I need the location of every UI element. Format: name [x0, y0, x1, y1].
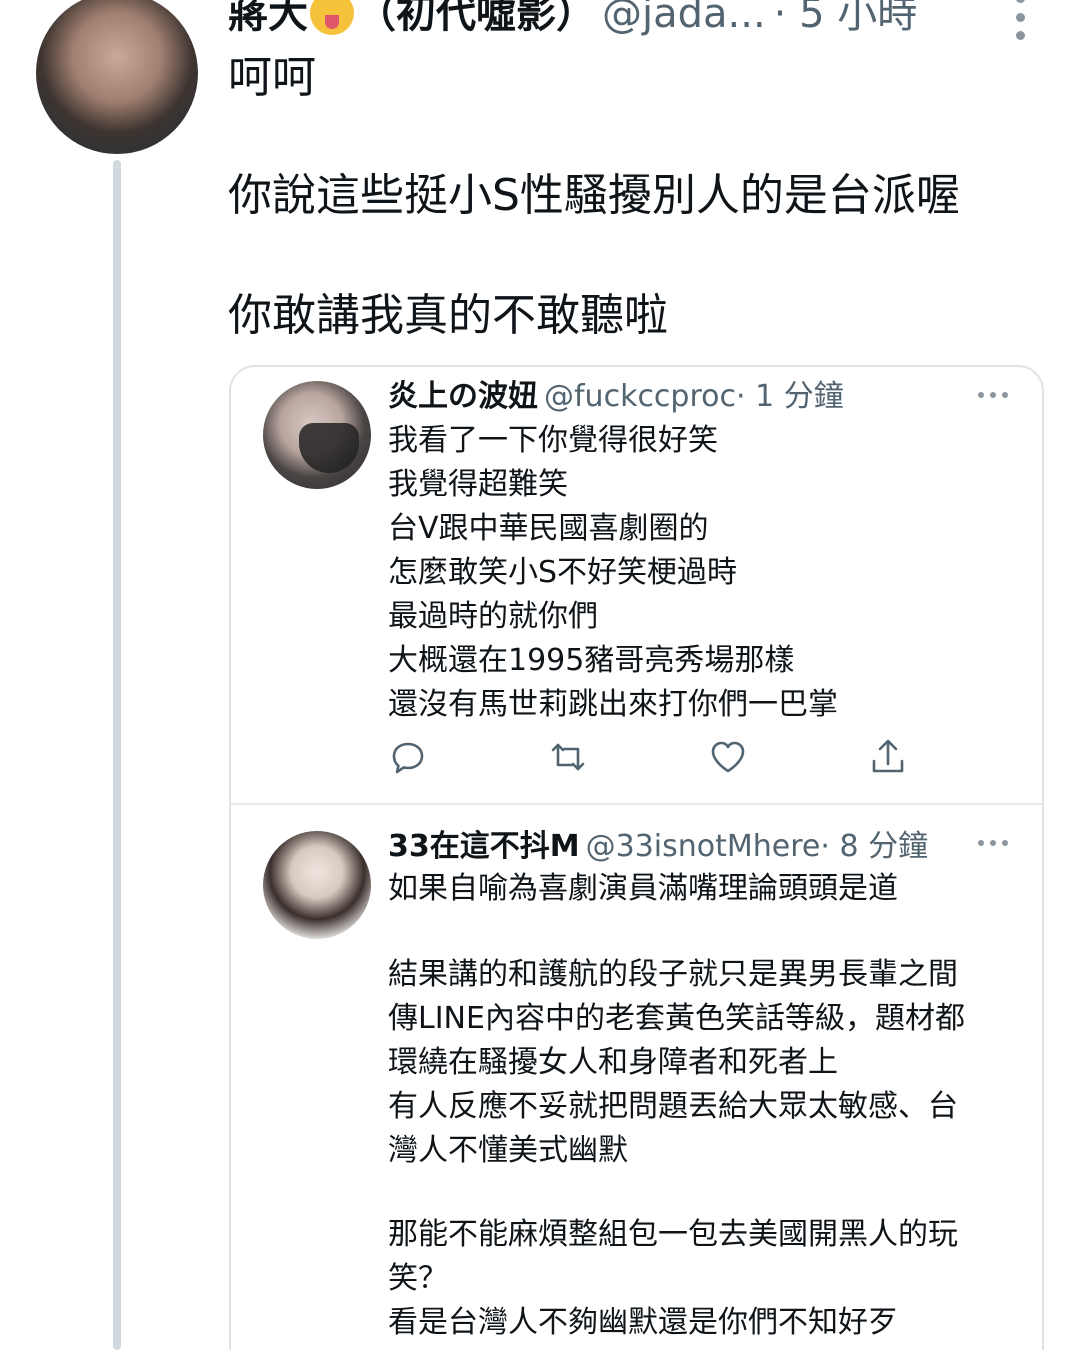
author-name[interactable]: 蔣大	[228, 0, 308, 37]
author-avatar[interactable]	[36, 0, 198, 154]
like-icon[interactable]	[708, 737, 748, 777]
embedded-text-line: 還沒有馬世莉跳出來打你們一巴掌	[388, 687, 838, 722]
more-options-icon[interactable]	[1010, 0, 1030, 40]
tweet-header: 蔣大 （初代噓影） @jada... · 5 小時	[228, 0, 1048, 46]
tweet-text-line: 你敢講我真的不敢聽啦	[228, 290, 668, 341]
embedded-text-line: 灣人不懂美式幽默	[388, 1133, 628, 1168]
embedded-text-line: 如果自喻為喜劇演員滿嘴理論頭頭是道	[388, 871, 898, 906]
embedded-tweet-header: 33在這不抖M @33isnotMhere· 8 分鐘	[388, 825, 1028, 869]
more-options-icon[interactable]	[978, 390, 1008, 400]
embedded-text-line: 傳LINE內容中的老套黃色笑話等級，題材都	[388, 1001, 965, 1036]
embedded-text-line: 結果講的和護航的段子就只是異男長輩之間	[388, 957, 958, 992]
tweet-thread-screen: 蔣大 （初代噓影） @jada... · 5 小時 呵呵 你說這些挺小S性騷擾別人的是…	[0, 0, 1080, 1350]
tweet-text-line: 你說這些挺小S性騷擾別人的是台派喔	[228, 170, 960, 221]
embedded-tweet[interactable]: 33在這不抖M @33isnotMhere· 8 分鐘 如果自喻為喜劇演員滿嘴理論…	[231, 807, 1042, 1350]
embedded-text-line: 環繞在騷擾女人和身障者和死者上	[388, 1045, 838, 1080]
embedded-tweet-header: 炎上の波妞 @fuckccproc· 1 分鐘	[388, 375, 1028, 419]
tweet-text-line: 呵呵	[228, 52, 316, 103]
author-handle[interactable]: @jada...	[602, 0, 766, 37]
embedded-avatar[interactable]	[263, 831, 371, 939]
embedded-author-handle[interactable]: @fuckccproc	[544, 379, 736, 414]
embedded-text-line: 那能不能麻煩整組包一包去美國開黑人的玩	[388, 1217, 958, 1252]
retweet-icon[interactable]	[548, 737, 588, 777]
embedded-text-line: 有人反應不妥就把問題丟給大眾太敏感、台	[388, 1089, 958, 1124]
embedded-text-line: 大概還在1995豬哥亮秀場那樣	[388, 643, 795, 678]
squinting-tongue-emoji-icon	[310, 0, 354, 35]
post-time: · 5 小時	[773, 0, 918, 37]
embedded-text-line: 怎麼敢笑小S不好笑梗過時	[388, 555, 738, 590]
embedded-text-line: 台V跟中華民國喜劇圈的	[388, 511, 709, 546]
embedded-text-line: 我覺得超難笑	[388, 467, 568, 502]
tweet-action-bar	[231, 737, 1042, 781]
embedded-text-line: 最過時的就你們	[388, 599, 598, 634]
more-options-icon[interactable]	[978, 838, 1008, 848]
reply-icon[interactable]	[388, 737, 428, 777]
embedded-author-name[interactable]: 炎上の波妞	[388, 379, 538, 414]
embedded-post-time: · 8 分鐘	[820, 829, 929, 864]
thread-connector-line	[113, 160, 121, 1350]
embedded-text-line: 笑？	[388, 1261, 448, 1296]
embedded-post-time: · 1 分鐘	[736, 379, 844, 414]
share-icon[interactable]	[868, 737, 908, 777]
embedded-text-line: 我看了一下你覺得很好笑	[388, 423, 718, 458]
embedded-text-line: 看是台灣人不夠幽默還是你們不知好歹	[388, 1305, 898, 1340]
author-name-suffix[interactable]: （初代噓影）	[356, 0, 596, 37]
embedded-avatar[interactable]	[263, 381, 371, 489]
embedded-tweet[interactable]: 炎上の波妞 @fuckccproc· 1 分鐘 我看了一下你覺得很好笑 我覺得超難…	[231, 367, 1042, 805]
embedded-author-handle[interactable]: @33isnotMhere	[586, 829, 821, 864]
embedded-tweets-card[interactable]: 炎上の波妞 @fuckccproc· 1 分鐘 我看了一下你覺得很好笑 我覺得超難…	[229, 365, 1044, 1350]
embedded-author-name[interactable]: 33在這不抖M	[388, 829, 580, 864]
